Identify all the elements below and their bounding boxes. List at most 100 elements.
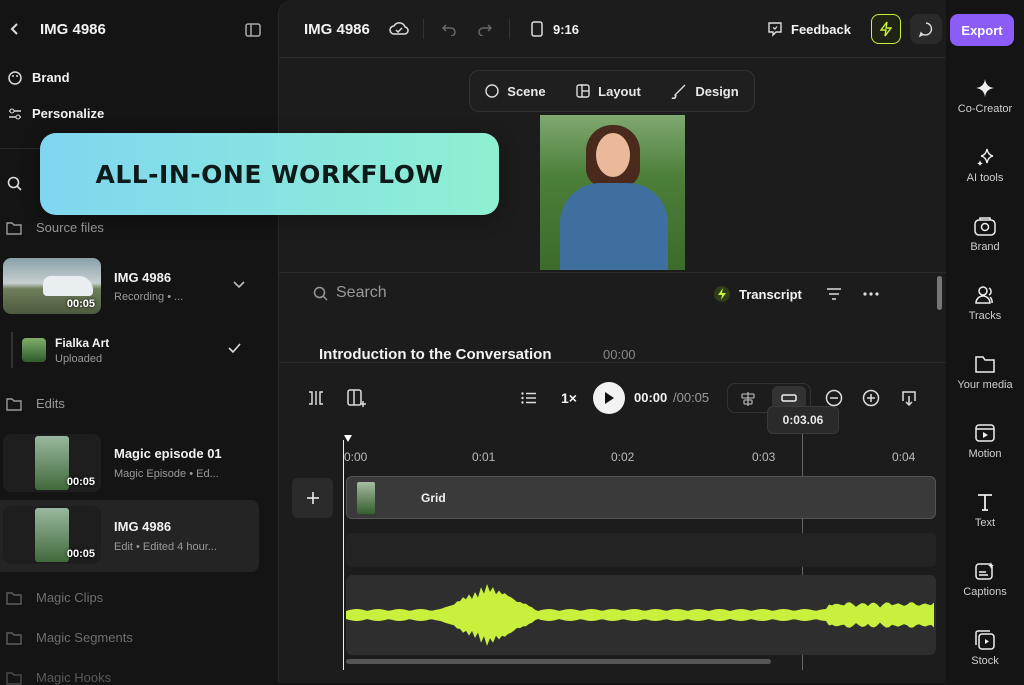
list-icon[interactable] — [521, 392, 537, 404]
portrait-preview — [35, 436, 69, 490]
tool-captions[interactable]: Captions — [946, 561, 1024, 598]
brand-item[interactable]: Brand — [8, 70, 70, 85]
check-icon — [227, 342, 241, 354]
more-options-icon[interactable] — [863, 292, 879, 296]
speed-button[interactable]: 1× — [561, 390, 577, 406]
lightning-button[interactable] — [871, 14, 901, 44]
tool-label: Text — [974, 517, 996, 529]
edit-title[interactable]: IMG 4986 — [304, 0, 370, 58]
folder-icon — [6, 591, 22, 605]
tool-ai-tools[interactable]: AI tools — [946, 147, 1024, 184]
tool-your-media[interactable]: Your media — [946, 354, 1024, 391]
source-item[interactable]: 00:05 IMG 4986 Recording • ... — [0, 256, 278, 316]
add-track-button[interactable] — [292, 478, 333, 518]
export-button[interactable]: Export — [950, 14, 1014, 46]
video-preview[interactable] — [540, 115, 685, 270]
item-meta: Uploaded — [55, 353, 103, 365]
sidebar-toggle-icon[interactable] — [245, 22, 261, 38]
undo-icon[interactable] — [441, 0, 457, 58]
folder-icon — [6, 397, 22, 411]
source-files-label: Source files — [36, 220, 104, 235]
tab-design[interactable]: Design — [671, 83, 739, 99]
tab-layout[interactable]: Layout — [576, 84, 641, 99]
back-button[interactable]: IMG 4986 — [8, 20, 106, 38]
lightning-circle-icon — [714, 286, 730, 302]
source-item[interactable]: Fialka Art Uploaded — [0, 328, 278, 372]
folder-icon — [6, 221, 22, 235]
source-files-folder[interactable]: Source files — [6, 220, 104, 235]
brand-icon — [974, 217, 996, 236]
cloud-saved-icon — [389, 0, 409, 58]
magic-segments-label: Magic Segments — [36, 630, 133, 645]
comments-button[interactable] — [910, 14, 942, 44]
playhead-marker[interactable] — [343, 434, 353, 444]
transcript-scrollbar[interactable] — [937, 276, 942, 310]
face-shape — [596, 133, 630, 177]
sparkle-icon — [976, 79, 994, 97]
tool-tracks[interactable]: Tracks — [946, 285, 1024, 322]
promo-banner: ALL-IN-ONE WORKFLOW — [40, 133, 499, 215]
right-tool-panel: Co-Creator AI tools Brand Tracks Your me… — [946, 58, 1024, 683]
chevron-down-icon[interactable] — [232, 280, 246, 290]
tool-stock[interactable]: Stock — [946, 630, 1024, 667]
layout-icon — [576, 84, 590, 98]
align-icon[interactable] — [734, 387, 762, 411]
tool-brand[interactable]: Brand — [946, 216, 1024, 253]
transcript-button[interactable]: Transcript — [713, 285, 802, 303]
brand-label: Brand — [32, 70, 70, 85]
timeline-scrollbar[interactable] — [346, 659, 771, 664]
video-clip[interactable]: Grid — [346, 476, 936, 519]
audio-track[interactable] — [346, 575, 936, 655]
split-icon[interactable] — [307, 389, 325, 407]
edit-item[interactable]: 00:05 Magic episode 01 Magic Episode • E… — [0, 430, 258, 496]
filter-icon[interactable] — [826, 288, 842, 300]
tool-label: Captions — [963, 586, 1007, 598]
zoom-in-icon[interactable] — [862, 389, 880, 407]
search-bar[interactable]: Search — [313, 284, 387, 302]
tick-label: 0:01 — [472, 450, 496, 464]
magic-segments-folder[interactable]: Magic Segments — [6, 630, 133, 645]
feedback-button[interactable]: Feedback — [767, 0, 851, 58]
edit-item-selected[interactable]: 00:05 IMG 4986 Edit • Edited 4 hour... — [0, 500, 259, 572]
tool-text[interactable]: Text — [946, 492, 1024, 529]
search-input[interactable]: Search — [336, 284, 387, 302]
tree-line — [11, 332, 13, 368]
item-meta: Magic Episode • Ed... — [114, 468, 219, 480]
captions-icon — [975, 562, 994, 580]
magic-clips-folder[interactable]: Magic Clips — [6, 590, 103, 605]
edits-folder[interactable]: Edits — [6, 396, 65, 411]
download-icon[interactable] — [900, 389, 918, 407]
item-meta: Edit • Edited 4 hour... — [114, 541, 217, 553]
tool-label: Co-Creator — [957, 103, 1013, 115]
add-layout-icon[interactable] — [347, 389, 367, 407]
redo-icon[interactable] — [477, 0, 493, 58]
personalize-item[interactable]: Personalize — [8, 106, 104, 121]
aspect-label: 9:16 — [553, 21, 580, 37]
tab-layout-label: Layout — [598, 83, 641, 99]
item-title: Magic episode 01 — [114, 446, 222, 461]
tab-scene[interactable]: Scene — [485, 84, 546, 99]
search-icon[interactable] — [7, 176, 22, 191]
tool-co-creator[interactable]: Co-Creator — [946, 78, 1024, 115]
item-meta: Recording • ... — [114, 291, 184, 303]
tab-design-label: Design — [695, 83, 739, 99]
search-icon — [313, 286, 328, 301]
stock-icon — [975, 630, 995, 650]
tick-label: 0:04 — [892, 450, 916, 464]
duration-label: 00:05 — [66, 298, 95, 310]
motion-icon — [975, 424, 995, 442]
aspect-ratio-button[interactable]: 9:16 — [531, 0, 579, 58]
waveform — [346, 583, 934, 647]
plus-icon — [306, 492, 319, 504]
tool-label: Your media — [957, 379, 1013, 391]
sliders-icon — [9, 108, 21, 119]
folder-icon — [6, 671, 22, 685]
tool-motion[interactable]: Motion — [946, 423, 1024, 460]
empty-track[interactable] — [346, 533, 936, 567]
phone-icon — [531, 21, 543, 37]
clip-thumbnail — [357, 482, 375, 514]
tool-label: Tracks — [968, 310, 1002, 322]
zoom-out-icon[interactable] — [825, 389, 843, 407]
chat-icon — [918, 22, 933, 37]
play-button[interactable] — [593, 382, 625, 414]
